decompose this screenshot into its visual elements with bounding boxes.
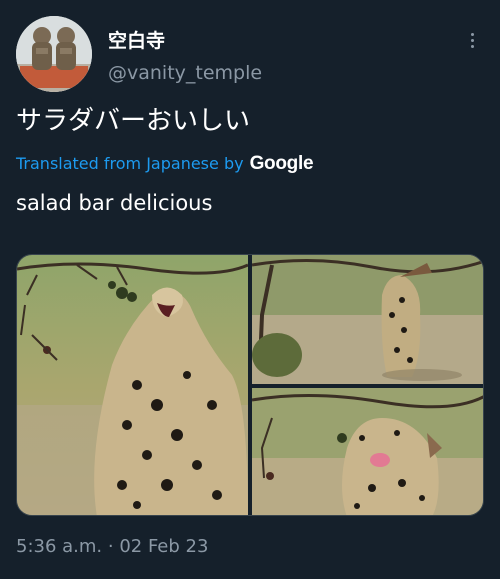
stone-statues-avatar-icon	[16, 16, 92, 92]
dot	[470, 38, 474, 42]
photo-serval-standing[interactable]	[252, 255, 483, 384]
tweet-timestamp[interactable]: 5:36 a.m. · 02 Feb 23	[16, 535, 208, 559]
serval-photo-image	[252, 388, 483, 515]
translated-text: salad bar delicious	[16, 191, 213, 215]
photo-serval-face[interactable]	[252, 388, 483, 515]
more-options-icon[interactable]	[460, 28, 484, 52]
dot	[470, 32, 474, 36]
translated-label: Translated from Japanese by	[16, 154, 244, 173]
tweet-text: サラダバーおいしい	[16, 106, 251, 136]
translation-attribution[interactable]: Translated from Japanese by Google	[16, 153, 314, 175]
user-handle[interactable]: @vanity_temple	[108, 61, 262, 85]
serval-photo-image	[252, 255, 483, 384]
serval-photo-image	[17, 255, 248, 515]
google-logo: Google	[249, 153, 314, 174]
photo-serval-reaching[interactable]	[17, 255, 248, 515]
display-name[interactable]: 空白寺	[108, 29, 165, 53]
media-grid	[16, 254, 484, 516]
avatar[interactable]	[16, 16, 92, 92]
dot	[470, 44, 474, 48]
